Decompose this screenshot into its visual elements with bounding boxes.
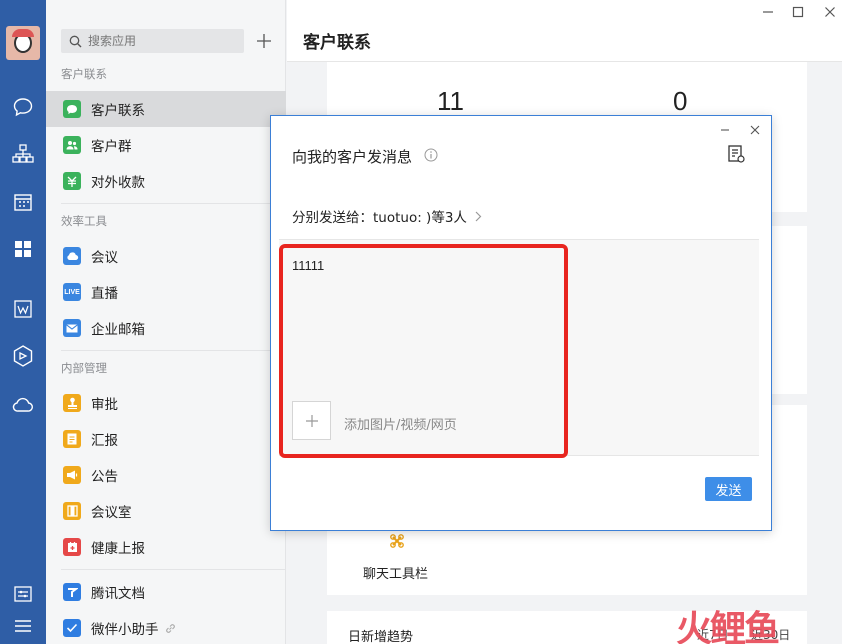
sidebar-item-label: 审批 [91,397,118,413]
settings-sliders-icon[interactable] [11,582,35,606]
chat-toolbar-label[interactable]: 聊天工具栏 [363,563,428,582]
sidebar-item-live[interactable]: LIVE 直播 [46,274,286,310]
group-icon [63,136,81,154]
work-icon[interactable] [11,297,35,321]
sidebar-item-assistant[interactable]: 微伴小助手 [46,610,286,644]
sidebar-item-label: 对外收款 [91,175,145,191]
info-icon[interactable] [424,148,438,166]
app-sidebar: 客户联系 客户联系 客户群 对外收款 效率工具 会议 LIVE 直播 企业邮箱 [46,0,286,644]
maximize-icon [792,6,804,18]
search-box[interactable] [61,29,244,53]
minimize-icon [763,11,773,13]
divider [61,569,286,570]
plus-icon [257,34,271,48]
avatar[interactable] [6,26,40,60]
message-icon[interactable] [11,95,35,119]
sidebar-item-label: 微伴小助手 [91,622,159,638]
main-header: 客户联系 [287,0,842,62]
stamp-icon [63,394,81,412]
checkbox-icon [63,619,81,637]
sidebar-item-label: 企业邮箱 [91,322,145,338]
sidebar-item-payment[interactable]: 对外收款 [46,163,286,199]
group-title: 效率工具 [61,214,107,228]
sidebar-item-report[interactable]: 汇报 [46,421,286,457]
live-icon: LIVE [63,283,81,301]
megaphone-icon [63,466,81,484]
dialog-minimize-button[interactable] [717,122,733,138]
apps-grid-icon[interactable] [11,237,35,261]
close-button[interactable] [822,4,838,20]
mail-icon [63,319,81,337]
sidebar-item-meeting[interactable]: 会议 [46,238,286,274]
dialog-title: 向我的客户发消息 [292,148,413,166]
dialog-close-button[interactable] [747,122,763,138]
sidebar-item-tencent-docs[interactable]: 腾讯文档 [46,574,286,610]
sidebar-item-customer-group[interactable]: 客户群 [46,127,286,163]
sidebar-item-label: 会议室 [91,505,132,521]
chevron-right-icon [475,211,482,221]
sidebar-item-announcement[interactable]: 公告 [46,457,286,493]
close-icon [750,125,760,135]
chat-bubble-icon [63,100,81,118]
sidebar-item-customer-contact[interactable]: 客户联系 [46,91,286,127]
sidebar-item-label: 直播 [91,286,118,302]
stat-value: 0 [673,86,688,116]
calendar-icon[interactable] [11,190,35,214]
health-icon [63,538,81,556]
group-title: 内部管理 [61,361,107,375]
report-icon [63,430,81,448]
door-icon [63,502,81,520]
org-chart-icon[interactable] [11,142,35,166]
watermark-logo: 火鲤鱼 [676,609,780,644]
trend-title: 日新增趋势 [348,630,414,644]
sidebar-item-approval[interactable]: 审批 [46,385,286,421]
sidebar-item-health-report[interactable]: 健康上报 [46,529,286,565]
stat-value: 11 [437,86,464,116]
nav-rail [0,0,46,644]
close-icon [825,7,835,17]
divider [61,203,286,204]
group-title: 客户联系 [61,67,107,81]
page-title: 客户联系 [303,33,371,53]
sidebar-item-label: 健康上报 [91,541,145,557]
sidebar-item-meeting-room[interactable]: 会议室 [46,493,286,529]
cloud-icon[interactable] [11,393,35,417]
recipients-row[interactable]: 分别发送给：tuotuo: )等3人 [292,206,482,226]
payment-icon [63,172,81,190]
menu-icon[interactable] [11,614,35,638]
minimize-button[interactable] [760,4,776,20]
hexagon-icon[interactable] [11,344,35,368]
maximize-button[interactable] [790,4,806,20]
divider [61,350,286,351]
link-icon [165,623,175,633]
highlight-box [279,244,568,458]
sidebar-item-label: 客户联系 [91,103,145,119]
minimize-icon [721,129,729,131]
history-doc-icon[interactable] [728,145,745,167]
search-icon [69,35,82,47]
toolbar-icon[interactable] [389,533,405,553]
send-button[interactable]: 发送 [705,477,752,501]
sidebar-item-label: 会议 [91,250,118,266]
sidebar-item-mail[interactable]: 企业邮箱 [46,310,286,346]
sidebar-item-label: 客户群 [91,139,132,155]
sidebar-item-label: 腾讯文档 [91,586,145,602]
recipients-text: 分别发送给：tuotuo: )等3人 [292,210,467,226]
add-app-button[interactable] [252,29,276,53]
sidebar-item-label: 公告 [91,469,118,485]
cloud-icon [63,247,81,265]
search-input[interactable] [88,34,238,48]
tencent-docs-icon [63,583,81,601]
sidebar-item-label: 汇报 [91,433,118,449]
